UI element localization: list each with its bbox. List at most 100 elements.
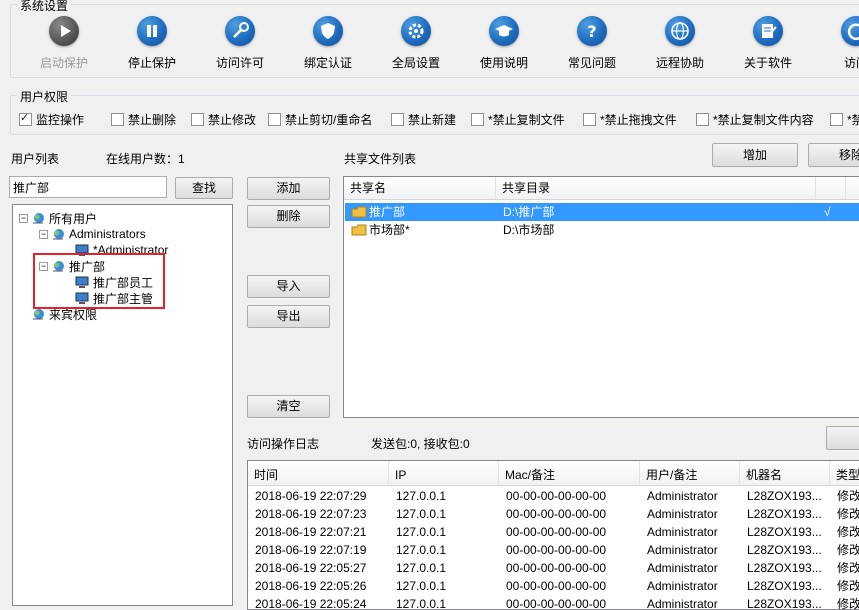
log-row[interactable]: 2018-06-19 22:07:29 127.0.0.1 00-00-00-00-… [248,487,859,505]
log-row[interactable]: 2018-06-19 22:05:24 127.0.0.1 00-00-00-00-… [248,595,859,609]
users-icon [51,228,65,240]
user-list-title: 用户列表 [11,152,60,166]
permission-checkbox[interactable]: *禁止复制文件 [471,111,565,128]
tool-label: 绑定认证 [303,56,352,70]
checkbox-box[interactable] [830,113,843,126]
shared-file-row[interactable]: 市场部* D:\市场部 [345,221,859,239]
tool-label: 远程协助 [655,56,704,70]
log-mac: 00-00-00-00-00-00 [506,579,607,593]
tree-node-label: Administrators [69,227,146,241]
col-type[interactable]: 类型 [830,461,859,485]
folder-icon [351,205,369,219]
log-time: 2018-06-19 22:07:21 [255,525,367,539]
col-share-dir[interactable]: 共享目录 [496,177,816,199]
checkbox-box[interactable] [471,113,484,126]
log-type: 修改 [837,579,859,593]
checkbox-box[interactable] [696,113,709,126]
checkbox-box[interactable] [191,113,204,126]
packet-stats: 发送包:0, 接收包:0 [371,437,470,451]
col-share-extra[interactable] [816,177,846,199]
question-icon: ? [577,16,607,46]
tree-node[interactable]: − Administrators [39,226,146,242]
tool-globe-button[interactable]: 远程协助 [637,16,723,71]
import-button[interactable]: 导入 [247,275,330,298]
tool-key-button[interactable]: 访问许可 [197,16,283,71]
log-row[interactable]: 2018-06-19 22:07:21 127.0.0.1 00-00-00-00-… [248,523,859,541]
user-search-input[interactable] [9,176,167,198]
export-button[interactable]: 导出 [247,305,330,328]
log-row[interactable]: 2018-06-19 22:07:19 127.0.0.1 00-00-00-00-… [248,541,859,559]
tool-gear-button[interactable]: 全局设置 [373,16,459,71]
col-share-name[interactable]: 共享名 [344,177,496,199]
tool-refresh-button[interactable]: 访问 [813,16,859,71]
checkbox-box[interactable] [19,111,32,126]
permission-label: *禁止复制文件内容 [713,113,814,127]
online-users-count: 1 [178,152,185,166]
share-path: D:\市场部 [503,223,555,237]
log-row[interactable]: 2018-06-19 22:05:26 127.0.0.1 00-00-00-00-… [248,577,859,595]
tool-question-button[interactable]: ? 常见问题 [549,16,635,71]
key-icon [225,16,255,46]
col-ip[interactable]: IP [389,461,499,485]
delete-button[interactable]: 删除 [247,205,330,228]
find-button[interactable]: 查找 [175,177,233,199]
shared-file-row[interactable]: 推广部 D:\推广部 √ [345,203,859,221]
tool-pause-button[interactable]: 停止保护 [109,16,195,71]
checkbox-box[interactable] [268,113,281,126]
share-remove-button[interactable]: 移除 [808,143,859,167]
share-add-button[interactable]: 增加 [712,143,798,167]
log-row[interactable]: 2018-06-19 22:05:27 127.0.0.1 00-00-00-00-… [248,559,859,577]
online-users-text: 在线用户数： [106,152,179,166]
log-time: 2018-06-19 22:05:26 [255,579,367,593]
log-mac: 00-00-00-00-00-00 [506,543,607,557]
log-row[interactable]: 2018-06-19 22:07:23 127.0.0.1 00-00-00-00-… [248,505,859,523]
log-title: 访问操作日志 [247,437,320,451]
tree-node[interactable]: − 所有用户 [19,210,97,226]
pause-icon [137,16,167,46]
permission-checkbox[interactable]: 监控操作 [19,111,84,128]
checkbox-box[interactable] [111,113,124,126]
permission-checkbox[interactable]: 禁止删除 [111,111,176,128]
log-ip: 127.0.0.1 [396,561,447,575]
tool-shield-button[interactable]: 绑定认证 [285,16,371,71]
permission-checkbox[interactable]: 禁止修改 [191,111,256,128]
tree-expander[interactable]: − [39,229,48,239]
clear-button[interactable]: 清空 [247,395,330,418]
col-user[interactable]: 用户/备注 [640,461,740,485]
user-permissions-title: 用户权限 [17,88,72,105]
tool-document-button[interactable]: 关于软件 [725,16,811,71]
add-button[interactable]: 添加 [247,177,330,200]
col-machine[interactable]: 机器名 [740,461,830,485]
permission-checkbox[interactable]: 禁止剪切/重命名 [268,111,372,128]
log-user: Administrator [647,507,718,521]
col-time[interactable]: 时间 [248,461,389,485]
refresh-icon [841,16,859,46]
tool-play-button[interactable]: 启动保护 [21,16,107,71]
log-ip: 127.0.0.1 [396,507,447,521]
log-ip: 127.0.0.1 [396,489,447,503]
log-type: 修改 [837,525,859,539]
users-icon [31,212,45,224]
users-icon [31,308,45,320]
tool-graduation-cap-button[interactable]: 使用说明 [461,16,547,71]
permission-label: 监控操作 [36,113,85,127]
tree-expander[interactable]: − [19,213,28,223]
log-time: 2018-06-19 22:07:23 [255,507,367,521]
log-machine: L28ZOX193... [747,561,822,575]
log-mac: 00-00-00-00-00-00 [506,489,607,503]
checkbox-box[interactable] [391,113,404,126]
share-path: D:\推广部 [503,205,555,219]
permission-checkbox[interactable]: *禁 [830,111,859,128]
permission-checkbox[interactable]: *禁止复制文件内容 [696,111,814,128]
gear-icon [401,16,431,46]
col-mac[interactable]: Mac/备注 [499,461,640,485]
log-mac: 00-00-00-00-00-00 [506,525,607,539]
log-action-button[interactable] [826,426,859,450]
online-users-label: 在线用户数：1 [106,150,185,167]
log-user: Administrator [647,561,718,575]
checkbox-box[interactable] [583,113,596,126]
tool-label: 使用说明 [479,56,528,70]
permission-checkbox[interactable]: *禁止拖拽文件 [583,111,677,128]
log-machine: L28ZOX193... [747,579,822,593]
permission-checkbox[interactable]: 禁止新建 [391,111,456,128]
